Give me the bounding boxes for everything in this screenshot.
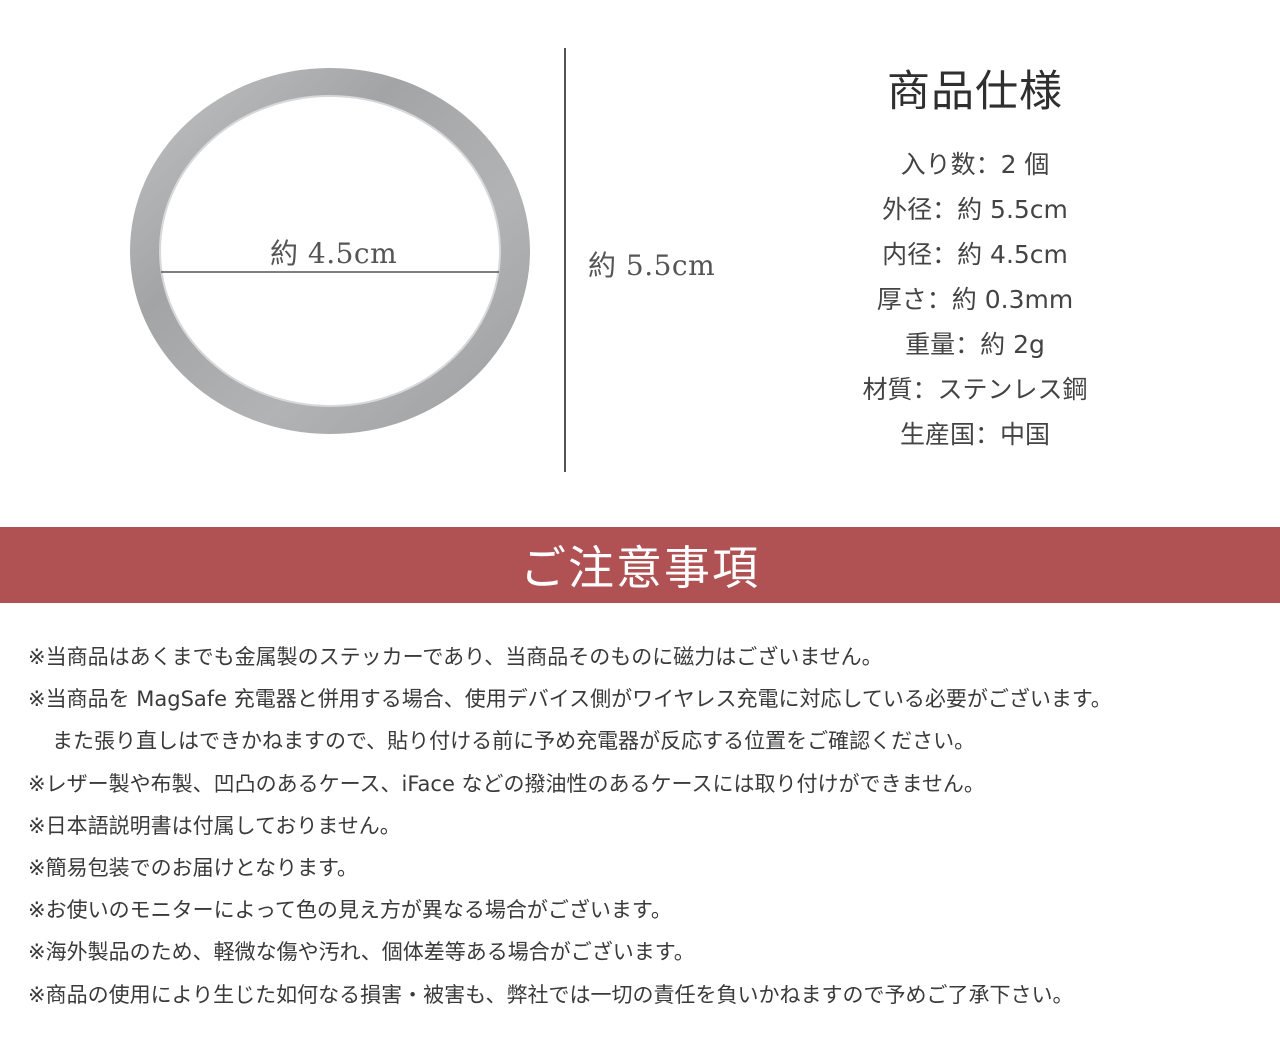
spec-item-weight: 重量：約 2g xyxy=(905,330,1045,359)
notice-item: ※当商品を MagSafe 充電器と併用する場合、使用デバイス側がワイヤレス充電… xyxy=(28,687,1112,712)
notice-item: ※当商品はあくまでも金属製のステッカーであり、当商品そのものに磁力はございません… xyxy=(28,645,883,669)
notice-item-continuation: また張り直しはできかねますので、貼り付ける前に予め充電器が反応する位置をご確認く… xyxy=(52,729,976,754)
spec-list: 入り数：2 個 外径：約 5.5cm 内径：約 4.5cm 厚さ：約 0.3mm… xyxy=(820,142,1130,457)
notice-item: ※お使いのモニターによって色の見え方が異なる場合がございます。 xyxy=(28,898,672,923)
spec-item-material: 材質：ステンレス鋼 xyxy=(862,375,1088,404)
notice-list: ※当商品はあくまでも金属製のステッカーであり、当商品そのものに磁力はございません… xyxy=(28,636,1268,1016)
inner-diameter-label: 約 4.5cm xyxy=(270,237,398,270)
product-spec: 商品仕様 入り数：2 個 外径：約 5.5cm 内径：約 4.5cm 厚さ：約 … xyxy=(820,64,1130,457)
notice-item: ※簡易包装でのお届けとなります。 xyxy=(28,856,358,881)
notice-title: ご注意事項 xyxy=(520,541,760,595)
notice-banner: ご注意事項 xyxy=(0,527,1280,603)
spec-title: 商品仕様 xyxy=(887,67,1063,117)
notice-item: ※レザー製や布製、凹凸のあるケース、iFace などの撥油性のあるケースには取り… xyxy=(28,771,985,796)
notice-item: ※海外製品のため、軽微な傷や汚れ、個体差等ある場合がございます。 xyxy=(28,940,695,965)
spec-item-origin: 生産国：中国 xyxy=(899,420,1050,449)
notice-item: ※日本語説明書は付属しておりません。 xyxy=(28,813,401,838)
spec-item-quantity: 入り数：2 個 xyxy=(900,150,1050,179)
vertical-divider xyxy=(564,48,566,472)
outer-diameter-label: 約 5.5cm xyxy=(588,249,716,282)
spec-item-thickness: 厚さ：約 0.3mm xyxy=(876,285,1074,314)
notice-item: ※商品の使用により生じた如何なる損害・被害も、弊社では一切の責任を負いかねますの… xyxy=(28,982,1074,1007)
spec-section: 約 4.5cm 約 5.5cm 商品仕様 入り数：2 個 外径：約 5.5cm … xyxy=(0,0,1280,527)
spec-item-outer-diameter: 外径：約 5.5cm xyxy=(882,195,1068,224)
spec-item-inner-diameter: 内径：約 4.5cm xyxy=(882,240,1068,269)
